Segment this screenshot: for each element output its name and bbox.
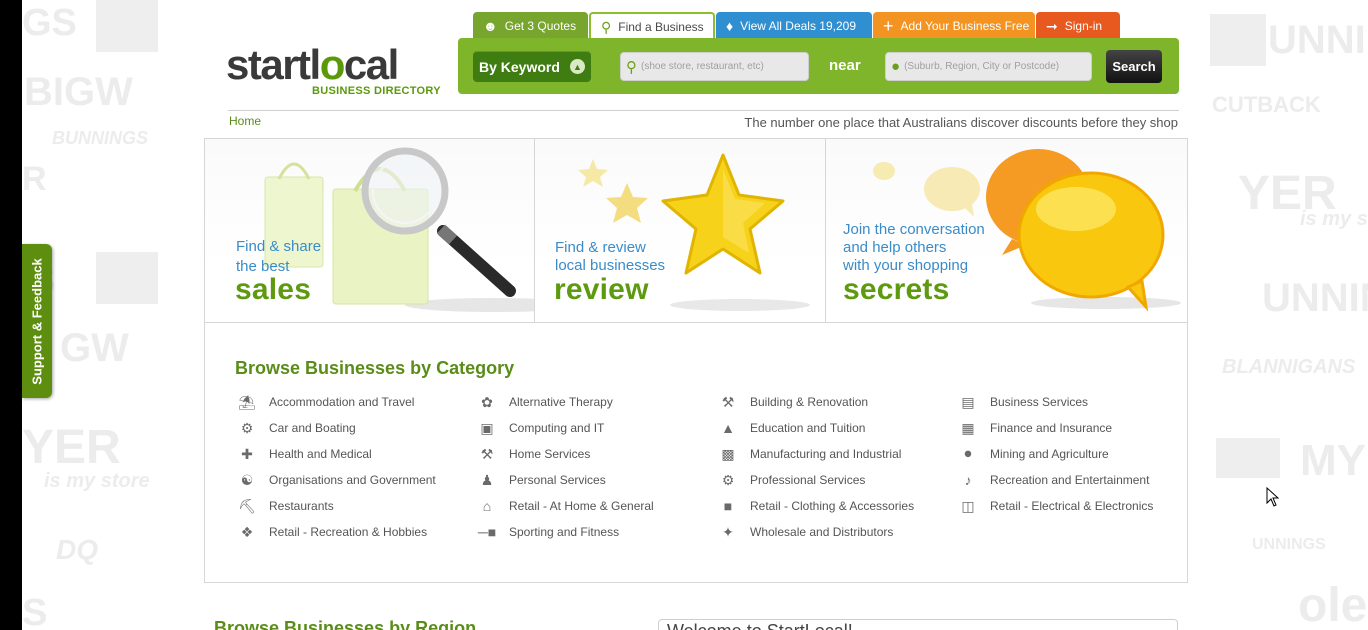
category-personal-services[interactable]: ♟ Personal Services bbox=[477, 471, 606, 489]
welcome-box: Welcome to StartLocal! bbox=[658, 619, 1178, 630]
category-alternative-therapy[interactable]: ✿ Alternative Therapy bbox=[477, 393, 613, 411]
tab-add-business[interactable]: + Add Your Business Free bbox=[873, 12, 1035, 39]
lotus-icon: ✿ bbox=[481, 393, 493, 410]
banner-sales[interactable]: Find & share the best sales bbox=[205, 139, 535, 322]
category-business-services[interactable]: ▤ Business Services bbox=[958, 393, 1088, 411]
category-accommodation-travel[interactable]: ⛱ Accommodation and Travel bbox=[237, 393, 414, 411]
category-building-renovation[interactable]: ⚒ Building & Renovation bbox=[718, 393, 868, 411]
category-recreation-entertainment[interactable]: ♪ Recreation and Entertainment bbox=[958, 471, 1150, 489]
location-pin-icon: ● bbox=[891, 58, 901, 75]
banner-review[interactable]: Find & review local businesses review bbox=[535, 139, 826, 322]
plus-icon: + bbox=[883, 15, 894, 36]
tag-icon: ♦ bbox=[726, 17, 734, 34]
top-tabs: ☻ Get 3 Quotes ⚲ Find a Business ♦ View … bbox=[473, 12, 1121, 39]
support-feedback-tab[interactable]: Support & Feedback bbox=[22, 244, 52, 398]
cutlery-icon: ⛏ bbox=[238, 497, 256, 514]
search-button[interactable]: Search bbox=[1106, 50, 1162, 83]
sparkle-icon: ✦ bbox=[722, 523, 734, 540]
category-organisations-government[interactable]: ☯ Organisations and Government bbox=[237, 471, 436, 489]
startlocal-logo[interactable]: startlocal BUSINESS DIRECTORY bbox=[226, 44, 441, 100]
banner-secrets-line2: and help others bbox=[843, 239, 947, 256]
microphone-icon: ♪ bbox=[964, 472, 972, 488]
government-building-icon: ☯ bbox=[240, 471, 254, 488]
breadcrumb-home[interactable]: Home bbox=[229, 114, 261, 128]
magnifier-icon: ⚲ bbox=[626, 58, 637, 76]
category-professional-services[interactable]: ⚙ Professional Services bbox=[718, 471, 866, 489]
category-finance-insurance[interactable]: ▦ Finance and Insurance bbox=[958, 419, 1112, 437]
category-retail-recreation-hobbies[interactable]: ❖ Retail - Recreation & Hobbies bbox=[237, 523, 427, 541]
keyword-input[interactable] bbox=[641, 61, 808, 72]
near-label: near bbox=[829, 57, 861, 74]
header-divider bbox=[228, 110, 1179, 111]
tv-icon: ◫ bbox=[961, 497, 975, 514]
category-computing-it[interactable]: ▣ Computing and IT bbox=[477, 419, 604, 437]
left-edge-bar bbox=[0, 0, 22, 630]
category-retail-clothing-accessories[interactable]: ■ Retail - Clothing & Accessories bbox=[718, 497, 914, 515]
banner-secrets[interactable]: Join the conversation and help others wi… bbox=[826, 139, 1187, 322]
wrench-hammer-icon: ⚒ bbox=[721, 393, 735, 410]
car-icon: ⚙ bbox=[240, 419, 254, 436]
keyword-search-field[interactable]: ⚲ bbox=[620, 52, 809, 81]
category-education-tuition[interactable]: ▲ Education and Tuition bbox=[718, 419, 865, 437]
main-panel: Find & share the best sales Find & revie… bbox=[204, 138, 1188, 583]
category-mining-agriculture[interactable]: ⚫ Mining and Agriculture bbox=[958, 445, 1109, 463]
banner-sales-line1: Find & share bbox=[236, 238, 322, 255]
mouse-cursor-icon bbox=[1266, 487, 1280, 507]
tab-get-quotes[interactable]: ☻ Get 3 Quotes bbox=[473, 12, 588, 39]
tab-view-deals[interactable]: ♦ View All Deals 19,209 bbox=[716, 12, 872, 39]
factory-icon: ▩ bbox=[721, 445, 735, 462]
quotes-icon: ☻ bbox=[483, 17, 498, 34]
search-icon: ⚲ bbox=[601, 18, 612, 35]
category-car-boating[interactable]: ⚙ Car and Boating bbox=[237, 419, 356, 437]
location-search-field[interactable]: ● bbox=[885, 52, 1092, 81]
region-section-title: Browse Businesses by Region bbox=[214, 618, 477, 630]
person-icon: ♟ bbox=[480, 471, 494, 488]
location-input[interactable] bbox=[904, 61, 1091, 72]
briefcase-icon: ▤ bbox=[961, 393, 975, 410]
category-wholesale-distributors[interactable]: ✦ Wholesale and Distributors bbox=[718, 523, 893, 541]
medical-kit-icon: ✚ bbox=[241, 445, 253, 462]
calculator-icon: ▦ bbox=[961, 419, 975, 436]
graduation-cap-icon: ▲ bbox=[721, 420, 735, 436]
banner-secrets-line1: Join the conversation bbox=[843, 221, 985, 238]
puzzle-icon: ❖ bbox=[240, 523, 254, 540]
sign-in-icon: ➞ bbox=[1046, 17, 1058, 34]
category-retail-home-general[interactable]: ⌂ Retail - At Home & General bbox=[477, 497, 654, 515]
category-health-medical[interactable]: ✚ Health and Medical bbox=[237, 445, 372, 463]
category-restaurants[interactable]: ⛏ Restaurants bbox=[237, 497, 334, 515]
search-mode-dropdown[interactable]: By Keyword ▲ bbox=[473, 51, 591, 82]
banner-review-big: review bbox=[554, 273, 649, 306]
chevron-up-icon: ▲ bbox=[569, 59, 585, 74]
category-section-title: Browse Businesses by Category bbox=[235, 358, 515, 378]
computer-icon: ▣ bbox=[480, 419, 494, 436]
banner-sales-big: sales bbox=[235, 273, 312, 306]
search-bar: By Keyword ▲ ⚲ near ● Search bbox=[458, 38, 1179, 94]
category-manufacturing-industrial[interactable]: ▩ Manufacturing and Industrial bbox=[718, 445, 901, 463]
house-icon: ⌂ bbox=[482, 498, 492, 514]
tractor-icon: ⚫ bbox=[962, 445, 974, 462]
gears-icon: ⚙ bbox=[721, 471, 735, 488]
banner-review-line1: Find & review bbox=[555, 239, 646, 256]
site-tagline: The number one place that Australians di… bbox=[744, 115, 1178, 130]
tab-sign-in[interactable]: ➞ Sign-in bbox=[1036, 12, 1120, 39]
category-retail-electrical-electronics[interactable]: ◫ Retail - Electrical & Electronics bbox=[958, 497, 1153, 515]
category-sporting-fitness[interactable]: ─■ Sporting and Fitness bbox=[477, 523, 619, 541]
beach-umbrella-icon: ⛱ bbox=[238, 393, 256, 410]
dumbbell-icon: ─■ bbox=[477, 524, 497, 540]
tab-find-business[interactable]: ⚲ Find a Business bbox=[589, 12, 715, 39]
logo-subtitle: BUSINESS DIRECTORY bbox=[312, 85, 441, 97]
tshirt-icon: ■ bbox=[723, 498, 733, 514]
welcome-heading: Welcome to StartLocal! bbox=[667, 621, 853, 630]
support-feedback-label: Support & Feedback bbox=[29, 257, 45, 385]
category-home-services[interactable]: ⚒ Home Services bbox=[477, 445, 591, 463]
promo-banners: Find & share the best sales Find & revie… bbox=[205, 139, 1187, 323]
tools-icon: ⚒ bbox=[480, 445, 494, 462]
banner-secrets-big: secrets bbox=[843, 273, 950, 306]
